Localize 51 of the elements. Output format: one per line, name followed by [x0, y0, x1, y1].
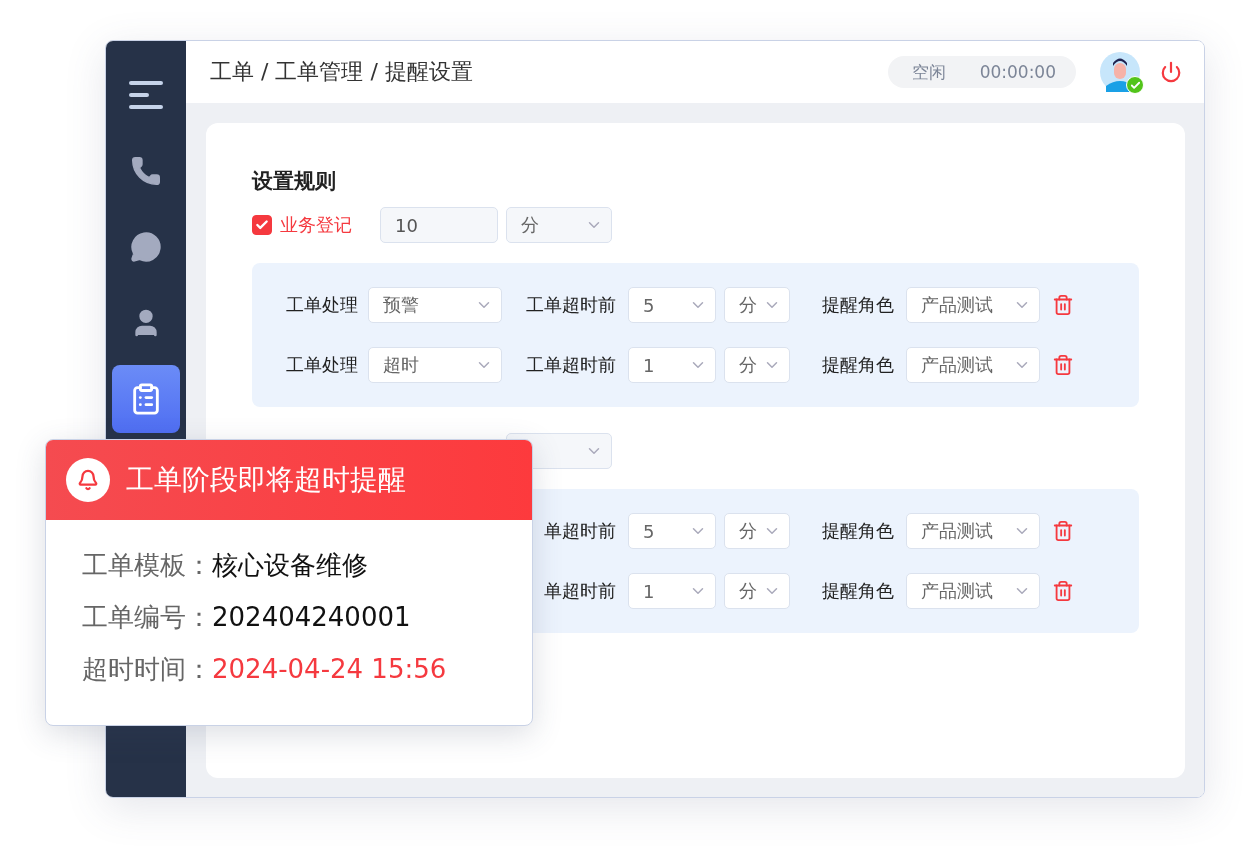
delete-icon[interactable]: [1052, 354, 1074, 376]
info-value: 202404240001: [212, 601, 411, 634]
info-label: 超时时间：: [82, 653, 212, 686]
field-label: 提醒角色: [821, 579, 894, 603]
power-icon[interactable]: [1160, 61, 1182, 83]
info-value: 核心设备维修: [212, 549, 368, 582]
menu-icon[interactable]: [129, 80, 163, 110]
section-title: 设置规则: [252, 168, 337, 195]
role-select[interactable]: 产品测试: [906, 513, 1040, 549]
amount-select[interactable]: 5: [628, 287, 716, 323]
unit-select[interactable]: 分: [506, 207, 612, 243]
field-label: 单超时前: [543, 519, 616, 543]
rule-label: 业务登记: [280, 213, 353, 237]
role-select[interactable]: 产品测试: [906, 573, 1040, 609]
unit-select[interactable]: 分: [724, 287, 790, 323]
sidebar-item[interactable]: [112, 365, 180, 433]
delete-icon[interactable]: [1052, 294, 1074, 316]
timer-text: 00:00:00: [979, 62, 1056, 82]
field-label: 工单处理: [285, 353, 358, 377]
unit-select[interactable]: 分: [724, 347, 790, 383]
stage-select[interactable]: 预警: [368, 287, 502, 323]
unit-select[interactable]: 分: [724, 513, 790, 549]
popup-title: 工单阶段即将超时提醒: [126, 462, 406, 498]
info-value: 2024-04-24 15:56: [212, 653, 447, 686]
field-label: 提醒角色: [821, 519, 894, 543]
status-text: 空闲: [911, 60, 946, 84]
phone-icon[interactable]: [130, 155, 162, 187]
field-label: 单超时前: [543, 579, 616, 603]
delete-icon[interactable]: [1052, 580, 1074, 602]
info-label: 工单模板：: [82, 549, 212, 582]
checkbox[interactable]: [252, 215, 272, 235]
delete-icon[interactable]: [1052, 520, 1074, 542]
field-label: 工单处理: [285, 293, 358, 317]
chat-icon[interactable]: [130, 231, 162, 263]
field-label: 提醒角色: [821, 353, 894, 377]
field-label: 提醒角色: [821, 293, 894, 317]
amount-select[interactable]: 1: [628, 347, 716, 383]
tick-icon: [255, 218, 269, 232]
role-select[interactable]: 产品测试: [906, 287, 1040, 323]
minutes-field[interactable]: 10: [380, 207, 498, 243]
field-label: 工单超时前: [525, 293, 616, 317]
stage-select[interactable]: 超时: [368, 347, 502, 383]
bell-icon: [66, 458, 110, 502]
field-label: 工单超时前: [525, 353, 616, 377]
amount-select[interactable]: 5: [628, 513, 716, 549]
info-label: 工单编号：: [82, 601, 212, 634]
online-badge: [1126, 76, 1144, 94]
amount-select[interactable]: 1: [628, 573, 716, 609]
unit-select[interactable]: 分: [724, 573, 790, 609]
breadcrumb: 工单 / 工单管理 / 提醒设置: [210, 58, 474, 86]
role-select[interactable]: 产品测试: [906, 347, 1040, 383]
